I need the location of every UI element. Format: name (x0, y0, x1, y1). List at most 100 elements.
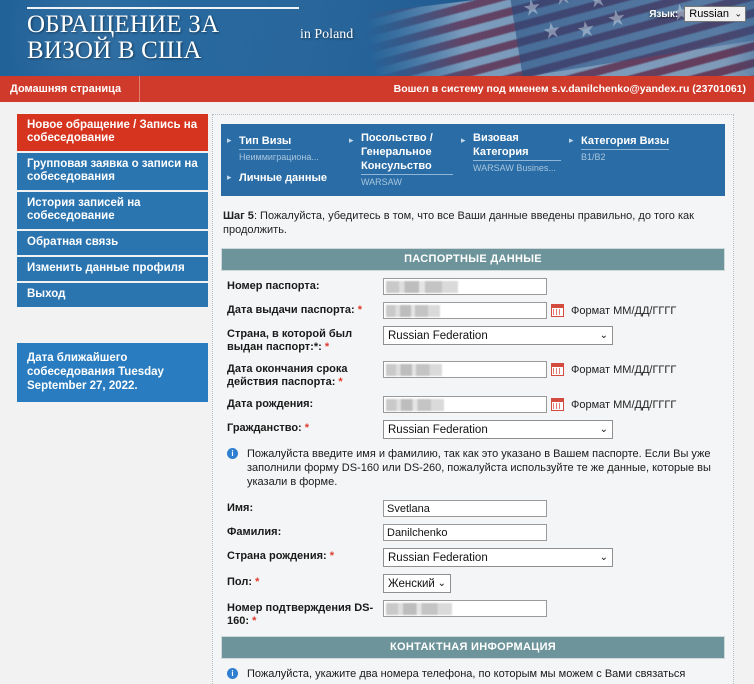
breadcrumb-step-embassy[interactable]: Посольство / Генеральное Консульство (361, 131, 453, 175)
site-banner: ОБРАЩЕНИЕ ЗА ВИЗОЙ В США in Poland Язык:… (0, 0, 754, 76)
arrow-icon: ▸ (227, 172, 232, 182)
redacted-value (386, 603, 452, 615)
field-row-issue-date: Дата выдачи паспорта: * Формат ММ/ДД/ГГГ… (221, 295, 725, 319)
chevron-down-icon: ⌄ (599, 551, 608, 563)
required-marker: * (357, 304, 363, 316)
label-birth-country-text: Страна рождения: (227, 550, 327, 562)
required-marker: * (304, 422, 310, 434)
arrow-icon: ▸ (569, 135, 574, 145)
top-nav-bar: Домашняя страница Вошел в систему под им… (0, 76, 754, 102)
issue-date-input[interactable] (383, 302, 547, 319)
citizenship-select[interactable]: Russian Federation ⌄ (383, 420, 613, 439)
breadcrumb-step-visa-category[interactable]: Визовая Категория (473, 131, 561, 161)
step-number: Шаг 5 (223, 210, 254, 222)
next-appointment-date-note: Дата ближайшего собеседования Tuesday Se… (17, 343, 208, 402)
breadcrumb-step-visa-type[interactable]: Тип Визы (239, 134, 292, 150)
main-content-panel: ▸ Тип Визы Неиммиграциона... ▸ Личные да… (212, 114, 734, 684)
sidebar-item-new-application[interactable]: Новое обращение / Запись на собеседовани… (17, 114, 208, 151)
expiry-date-input[interactable] (383, 361, 547, 378)
citizenship-value: Russian Federation (388, 424, 488, 436)
first-name-input[interactable]: Svetlana (383, 500, 547, 517)
label-birth-date: Дата рождения: (227, 398, 314, 410)
page-body: Новое обращение / Запись на собеседовани… (0, 102, 754, 684)
label-gender: Пол: * (221, 574, 383, 589)
info-icon: i (227, 668, 238, 679)
chevron-down-icon: ⌄ (734, 8, 742, 19)
field-row-ds160: Номер подтверждения DS-160: * (221, 593, 725, 636)
label-last-name: Фамилия: (227, 526, 282, 538)
field-row-last-name: Фамилия: Danilchenko (221, 517, 725, 541)
field-row-gender: Пол: * Женский ⌄ (221, 567, 725, 593)
required-marker: * (338, 376, 343, 388)
required-marker: * (255, 576, 260, 588)
issue-country-select[interactable]: Russian Federation ⌄ (383, 326, 613, 345)
language-select[interactable]: Russian ⌄ (684, 6, 746, 22)
breadcrumb-group-2: ▸ Посольство / Генеральное Консульство W… (349, 131, 461, 188)
format-hint-expiry-date: Формат ММ/ДД/ГГГГ (571, 363, 677, 376)
required-marker: * (329, 550, 335, 562)
required-marker: * (252, 615, 257, 627)
sidebar-item-edit-profile[interactable]: Изменить данные профиля (17, 257, 208, 281)
sidebar-item-logout[interactable]: Выход (17, 283, 208, 307)
field-row-passport-number: Номер паспорта: (221, 271, 725, 295)
sidebar-item-feedback[interactable]: Обратная связь (17, 231, 208, 255)
name-instruction-text: Пожалуйста введите имя и фамилию, так ка… (247, 448, 711, 488)
calendar-icon[interactable] (551, 304, 564, 317)
label-gender-text: Пол: (227, 576, 253, 588)
field-row-first-name: Имя: Svetlana (221, 493, 725, 517)
breadcrumb-value-visa-type: Неиммиграциона... (239, 152, 319, 162)
sidebar-item-group-application[interactable]: Групповая заявка о записи на собеседован… (17, 153, 208, 190)
passport-number-input[interactable] (383, 278, 547, 295)
chevron-down-icon: ⌄ (599, 329, 608, 341)
breadcrumb-step-personal-data[interactable]: Личные данные (239, 171, 327, 186)
label-first-name: Имя: (227, 502, 254, 514)
last-name-input[interactable]: Danilchenko (383, 524, 547, 541)
label-issue-country: Страна, в которой был выдан паспорт:*: * (221, 326, 383, 354)
gender-value: Женский (388, 578, 435, 590)
name-instruction-note: i Пожалуйста введите имя и фамилию, так … (221, 439, 725, 493)
breadcrumb-step-visa-class[interactable]: Категория Визы (581, 134, 670, 150)
label-issue-country-text: Страна, в которой был выдан паспорт:*: (227, 328, 353, 353)
field-row-issue-country: Страна, в которой был выдан паспорт:*: *… (221, 319, 725, 354)
calendar-icon[interactable] (551, 398, 564, 411)
field-row-expiry-date: Дата окончания срока действия паспорта: … (221, 354, 725, 389)
passport-form: Номер паспорта: Дата выдачи паспорта: * (221, 271, 725, 636)
label-ds160: Номер подтверждения DS-160: * (221, 600, 383, 628)
breadcrumb-value-visa-category: WARSAW Busines... (473, 163, 556, 173)
redacted-value (386, 364, 442, 376)
label-ds160-text: Номер подтверждения DS-160: (227, 602, 374, 627)
ds160-input[interactable] (383, 600, 547, 617)
gender-select[interactable]: Женский ⌄ (383, 574, 451, 593)
breadcrumb-group-1: ▸ Тип Визы Неиммиграциона... ▸ Личные да… (227, 131, 349, 188)
title-rule (27, 7, 299, 9)
label-issue-date: Дата выдачи паспорта: * (221, 302, 383, 317)
language-switcher[interactable]: Язык: Russian ⌄ (649, 6, 746, 22)
label-expiry-date-text: Дата окончания срока действия паспорта: (227, 363, 348, 388)
redacted-value (386, 305, 440, 317)
nav-home-link[interactable]: Домашняя страница (0, 76, 141, 102)
arrow-icon: ▸ (461, 135, 466, 145)
sidebar: Новое обращение / Запись на собеседовани… (0, 114, 208, 684)
language-selected-value: Russian (689, 8, 729, 20)
section-header-passport: ПАСПОРТНЫЕ ДАННЫЕ (221, 248, 725, 271)
field-row-birth-country: Страна рождения: * Russian Federation ⌄ (221, 541, 725, 567)
breadcrumb-group-3: ▸ Визовая Категория WARSAW Busines... (461, 131, 569, 188)
required-marker: * (324, 341, 330, 353)
contact-form: i Пожалуйста, укажите два номера телефон… (221, 659, 725, 684)
chevron-down-icon: ⌄ (599, 423, 608, 435)
chevron-down-icon: ⌄ (437, 577, 446, 589)
birth-country-select[interactable]: Russian Federation ⌄ (383, 548, 613, 567)
step-instruction: Шаг 5: Пожалуйста, убедитесь в том, что … (221, 196, 725, 248)
format-hint-issue-date: Формат ММ/ДД/ГГГГ (571, 304, 677, 317)
redacted-value (386, 281, 458, 293)
field-row-birth-date: Дата рождения: Формат ММ/ДД/ГГГГ (221, 389, 725, 413)
language-label: Язык: (649, 8, 679, 20)
page-title: ОБРАЩЕНИЕ ЗА ВИЗОЙ В США (27, 11, 220, 64)
issue-country-value: Russian Federation (388, 330, 488, 342)
calendar-icon[interactable] (551, 363, 564, 376)
birth-date-input[interactable] (383, 396, 547, 413)
arrow-icon: ▸ (349, 135, 354, 145)
sidebar-item-appointment-history[interactable]: История записей на собеседование (17, 192, 208, 229)
breadcrumb-value-visa-class: B1/B2 (581, 152, 606, 162)
contact-instruction-text: Пожалуйста, укажите два номера телефона,… (247, 668, 686, 680)
